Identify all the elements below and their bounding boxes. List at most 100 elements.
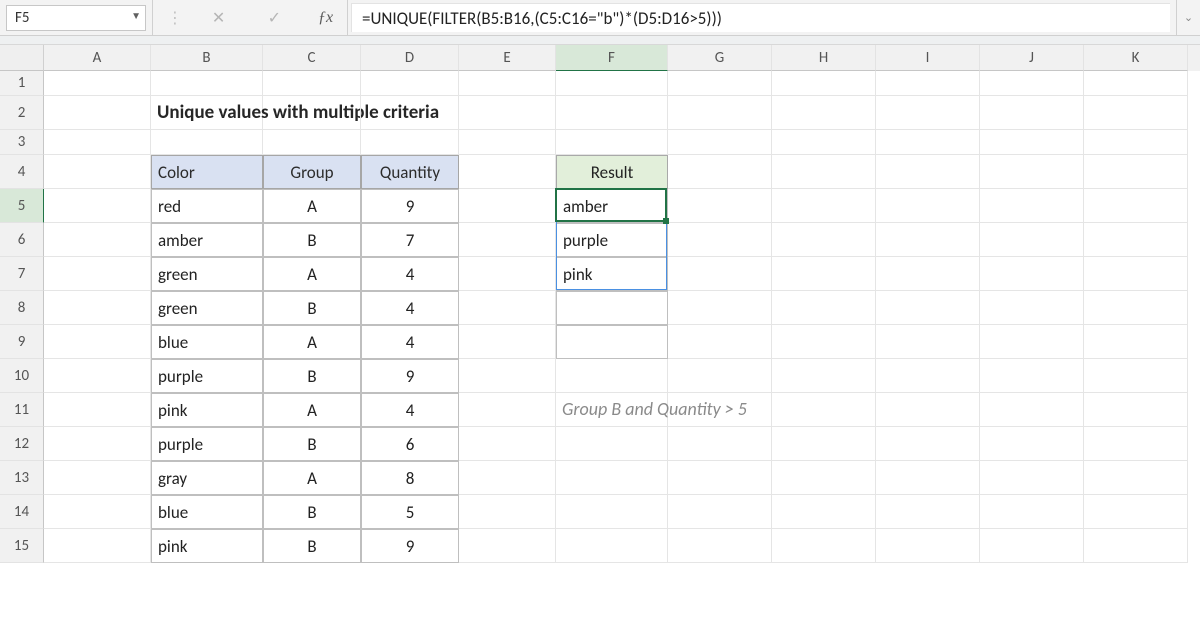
cell-B8[interactable]: green: [151, 291, 263, 325]
cell-K13[interactable]: [1084, 461, 1188, 495]
row-header-10[interactable]: 10: [0, 359, 44, 393]
row-header-1[interactable]: 1: [0, 71, 44, 96]
cell-J15[interactable]: [980, 529, 1084, 563]
cell-H9[interactable]: [772, 325, 876, 359]
col-header-F[interactable]: F: [556, 45, 668, 71]
cell-E6[interactable]: [459, 223, 556, 257]
cell-F8[interactable]: [556, 291, 668, 325]
cell-K5[interactable]: [1084, 189, 1188, 223]
cell-J9[interactable]: [980, 325, 1084, 359]
cell-J2[interactable]: [980, 96, 1084, 130]
row-header-4[interactable]: 4: [0, 155, 44, 189]
cell-J12[interactable]: [980, 427, 1084, 461]
cell-B4[interactable]: Color: [151, 155, 263, 189]
cell-C8[interactable]: B: [263, 291, 361, 325]
cell-A5[interactable]: [44, 189, 151, 223]
row-header-2[interactable]: 2: [0, 96, 44, 130]
cell-C5[interactable]: A: [263, 189, 361, 223]
col-header-C[interactable]: C: [263, 45, 361, 71]
cell-H8[interactable]: [772, 291, 876, 325]
row-header-3[interactable]: 3: [0, 130, 44, 155]
cell-C3[interactable]: [263, 130, 361, 155]
cell-G8[interactable]: [668, 291, 772, 325]
cell-G11[interactable]: [668, 393, 772, 427]
cell-B14[interactable]: blue: [151, 495, 263, 529]
cell-A11[interactable]: [44, 393, 151, 427]
cell-E13[interactable]: [459, 461, 556, 495]
cell-E14[interactable]: [459, 495, 556, 529]
cell-F9[interactable]: [556, 325, 668, 359]
cell-G13[interactable]: [668, 461, 772, 495]
cell-E4[interactable]: [459, 155, 556, 189]
cell-E8[interactable]: [459, 291, 556, 325]
cell-D3[interactable]: [361, 130, 459, 155]
cell-I6[interactable]: [876, 223, 980, 257]
cell-D8[interactable]: 4: [361, 291, 459, 325]
cell-B10[interactable]: purple: [151, 359, 263, 393]
cell-K10[interactable]: [1084, 359, 1188, 393]
cell-E1[interactable]: [459, 71, 556, 96]
cell-C11[interactable]: A: [263, 393, 361, 427]
cell-A15[interactable]: [44, 529, 151, 563]
cell-B6[interactable]: amber: [151, 223, 263, 257]
cell-D9[interactable]: 4: [361, 325, 459, 359]
cell-C9[interactable]: A: [263, 325, 361, 359]
cell-H3[interactable]: [772, 130, 876, 155]
cell-A4[interactable]: [44, 155, 151, 189]
cell-F10[interactable]: [556, 359, 668, 393]
cell-F5[interactable]: amber: [556, 189, 668, 223]
row-header-5[interactable]: 5: [0, 189, 44, 223]
cell-C4[interactable]: Group: [263, 155, 361, 189]
cell-F7[interactable]: pink: [556, 257, 668, 291]
cell-J8[interactable]: [980, 291, 1084, 325]
cell-F3[interactable]: [556, 130, 668, 155]
cell-D2[interactable]: [361, 96, 459, 130]
name-box-dropdown-icon[interactable]: ▼: [131, 9, 141, 22]
enter-icon[interactable]: ✓: [262, 8, 286, 28]
cell-H6[interactable]: [772, 223, 876, 257]
cell-I10[interactable]: [876, 359, 980, 393]
cell-B2[interactable]: Unique values with multiple criteria: [151, 96, 263, 130]
cell-K3[interactable]: [1084, 130, 1188, 155]
cell-C12[interactable]: B: [263, 427, 361, 461]
cell-J3[interactable]: [980, 130, 1084, 155]
cell-K1[interactable]: [1084, 71, 1188, 96]
cell-J7[interactable]: [980, 257, 1084, 291]
cell-G12[interactable]: [668, 427, 772, 461]
cell-C10[interactable]: B: [263, 359, 361, 393]
cell-D13[interactable]: 8: [361, 461, 459, 495]
cell-H7[interactable]: [772, 257, 876, 291]
cell-F15[interactable]: [556, 529, 668, 563]
cell-E2[interactable]: [459, 96, 556, 130]
cell-D5[interactable]: 9: [361, 189, 459, 223]
cell-E3[interactable]: [459, 130, 556, 155]
cell-A13[interactable]: [44, 461, 151, 495]
cell-J4[interactable]: [980, 155, 1084, 189]
cell-G14[interactable]: [668, 495, 772, 529]
cell-B13[interactable]: gray: [151, 461, 263, 495]
cell-F2[interactable]: [556, 96, 668, 130]
cell-I15[interactable]: [876, 529, 980, 563]
cell-D7[interactable]: 4: [361, 257, 459, 291]
cell-G3[interactable]: [668, 130, 772, 155]
cell-B7[interactable]: green: [151, 257, 263, 291]
cell-I4[interactable]: [876, 155, 980, 189]
col-header-K[interactable]: K: [1084, 45, 1188, 71]
cell-H1[interactable]: [772, 71, 876, 96]
cell-J14[interactable]: [980, 495, 1084, 529]
cell-J1[interactable]: [980, 71, 1084, 96]
cell-I8[interactable]: [876, 291, 980, 325]
cell-H11[interactable]: [772, 393, 876, 427]
col-header-D[interactable]: D: [361, 45, 459, 71]
cell-K9[interactable]: [1084, 325, 1188, 359]
cell-I14[interactable]: [876, 495, 980, 529]
cell-D15[interactable]: 9: [361, 529, 459, 563]
cell-F11[interactable]: Group B and Quantity > 5: [556, 393, 668, 427]
cell-C13[interactable]: A: [263, 461, 361, 495]
col-header-J[interactable]: J: [980, 45, 1084, 71]
cell-G1[interactable]: [668, 71, 772, 96]
cell-K6[interactable]: [1084, 223, 1188, 257]
cell-J11[interactable]: [980, 393, 1084, 427]
cell-G5[interactable]: [668, 189, 772, 223]
row-header-15[interactable]: 15: [0, 529, 44, 563]
